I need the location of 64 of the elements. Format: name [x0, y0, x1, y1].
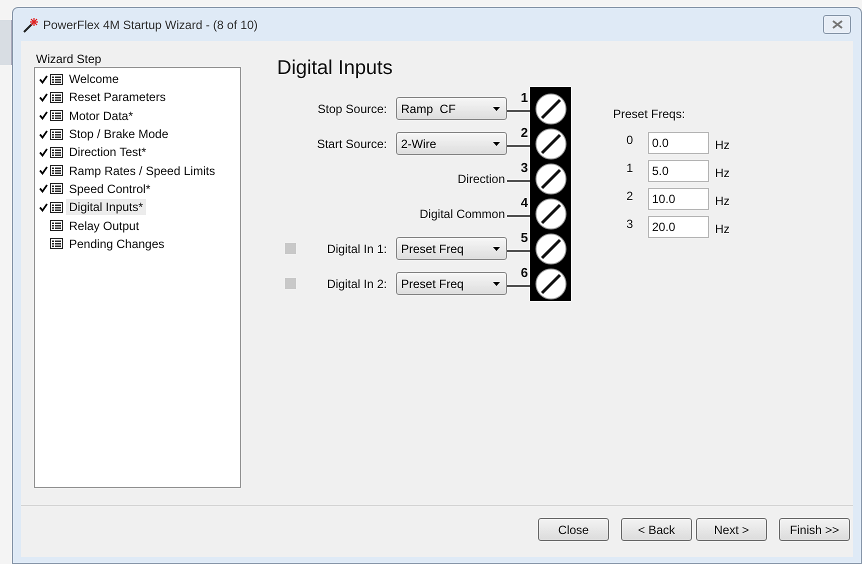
list-icon: [50, 92, 63, 103]
magic-wand-icon: [23, 16, 39, 32]
sidebar-title: Wizard Step: [35, 52, 102, 66]
preset-index: 0: [625, 132, 633, 149]
wizard-button[interactable]: Close: [538, 518, 609, 541]
list-icon: [50, 110, 63, 122]
wizard-step-item[interactable]: Digital Inputs*: [66, 199, 146, 216]
dropdown-arrow-icon: [493, 142, 500, 146]
dropdown[interactable]: 2-Wire: [396, 132, 507, 155]
wizard-step-item[interactable]: Reset Parameters: [66, 89, 169, 106]
background-window: [0, 20, 12, 65]
list-icon: [50, 146, 63, 158]
list-icon: [50, 183, 63, 194]
wizard-step-item[interactable]: Direction Test*: [66, 144, 150, 160]
frequency-input[interactable]: 20.0: [648, 216, 709, 238]
wizard-step-item[interactable]: Welcome: [66, 71, 122, 88]
terminal-label: Digital In 1:: [326, 240, 387, 258]
terminal-number: 5: [520, 231, 528, 245]
dropdown[interactable]: Preset Freq: [396, 237, 507, 260]
terminal-number: 4: [520, 196, 528, 210]
wizard-step-item[interactable]: Motor Data*: [66, 108, 136, 124]
unit-label: Hz: [715, 165, 730, 182]
list-icon: [50, 165, 63, 176]
frequency-input[interactable]: 5.0: [648, 160, 709, 182]
dropdown-arrow-icon: [493, 282, 500, 286]
list-icon: [50, 238, 63, 250]
unit-label: Hz: [715, 193, 730, 210]
terminal-number: 1: [520, 91, 528, 105]
terminal-number: 6: [520, 266, 528, 280]
unit-label: Hz: [715, 221, 730, 238]
preset-index: 2: [625, 188, 633, 205]
page-title: Digital Inputs: [277, 56, 394, 81]
preset-index: 1: [625, 160, 633, 177]
wizard-step-item[interactable]: Relay Output: [66, 218, 142, 234]
close-button[interactable]: [823, 15, 851, 34]
list-icon: [50, 220, 63, 232]
terminal-label: Digital Common: [420, 206, 505, 222]
terminal-number: 3: [520, 161, 528, 175]
wizard-step-item[interactable]: Ramp Rates / Speed Limits: [66, 162, 218, 179]
wizard-button[interactable]: Next >: [696, 518, 767, 541]
list-icon: [50, 202, 63, 213]
list-icon: [50, 74, 63, 85]
terminal-label: Stop Source:: [318, 100, 387, 118]
close-icon: [832, 20, 842, 29]
dropdown-arrow-icon: [493, 106, 500, 110]
dropdown[interactable]: Preset Freq: [396, 272, 507, 295]
wizard-step-item[interactable]: Stop / Brake Mode: [66, 126, 172, 142]
terminal-label: Digital In 2:: [326, 276, 387, 292]
frequency-input[interactable]: 0.0: [648, 132, 709, 154]
dropdown-arrow-icon: [493, 246, 500, 250]
wizard-step-item[interactable]: Speed Control*: [66, 180, 154, 197]
terminal-label: Start Source:: [316, 136, 387, 152]
list-icon: [50, 128, 63, 140]
preset-index: 3: [625, 216, 633, 233]
window-title: PowerFlex 4M Startup Wizard - (8 of 10): [43, 16, 258, 34]
unit-label: Hz: [715, 137, 730, 154]
frequency-input[interactable]: 10.0: [648, 188, 709, 210]
wizard-button[interactable]: < Back: [621, 518, 692, 541]
terminal-number: 2: [520, 126, 528, 140]
wizard-step-item[interactable]: Pending Changes: [66, 236, 168, 252]
dropdown[interactable]: Ramp CF: [396, 97, 507, 120]
preset-freqs-label: Preset Freqs:: [613, 106, 686, 123]
terminal-label: Direction: [458, 170, 505, 188]
wizard-button[interactable]: Finish >>: [779, 518, 850, 541]
